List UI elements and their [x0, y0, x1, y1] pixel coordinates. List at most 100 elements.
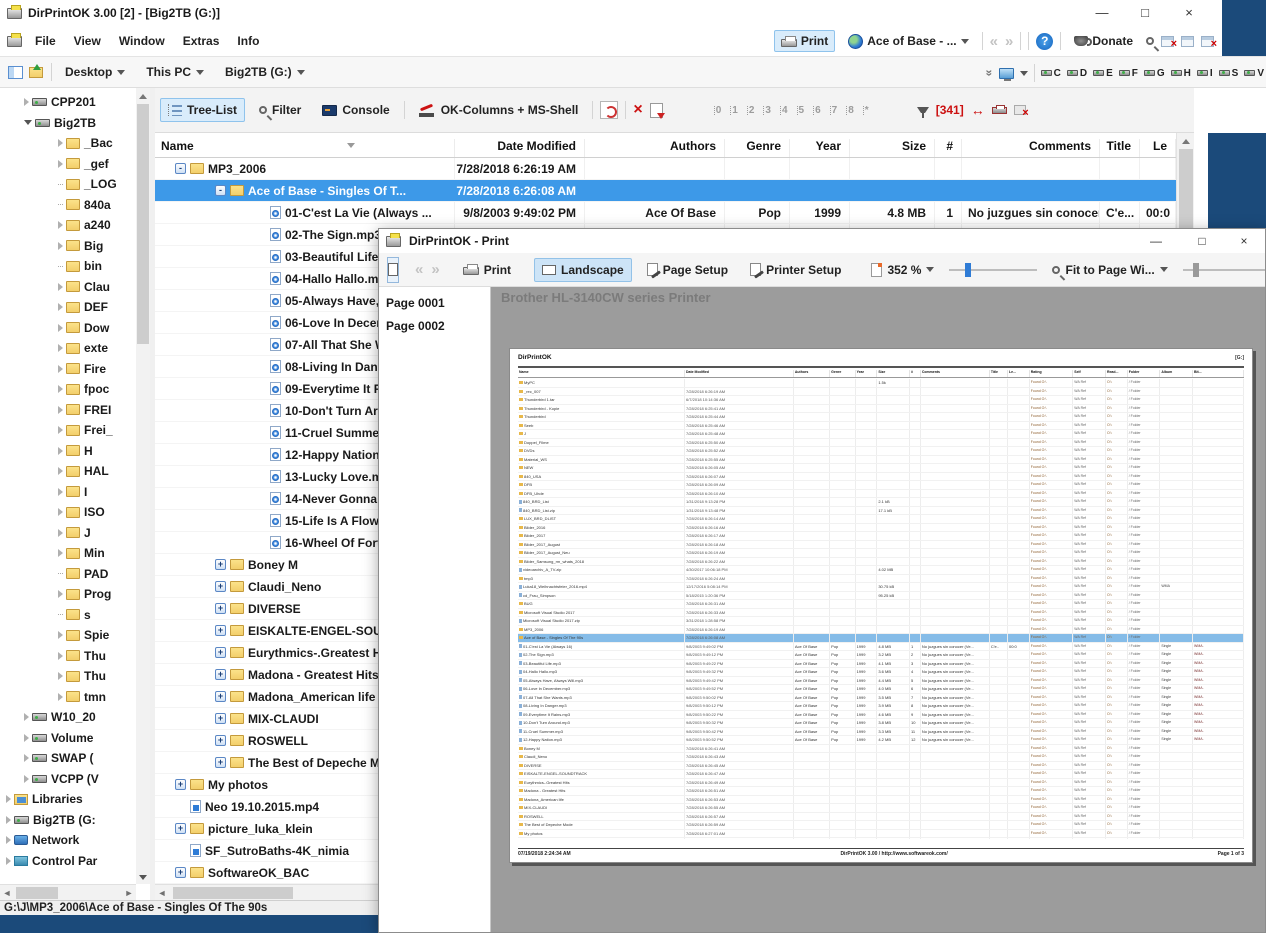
tree-item[interactable]: H [0, 441, 136, 462]
level-button[interactable]: 1 [730, 105, 738, 116]
tree-item[interactable]: SWAP ( [0, 748, 136, 769]
tree-item[interactable]: tmn [0, 687, 136, 708]
expand-arrow-icon[interactable] [24, 754, 29, 762]
expander-icon[interactable] [175, 823, 186, 834]
tree-item[interactable]: Control Par [0, 851, 136, 872]
tree-item[interactable]: Frei_ [0, 420, 136, 441]
tree-item[interactable]: Thu [0, 666, 136, 687]
tree-item[interactable]: Prog [0, 584, 136, 605]
print-button[interactable]: Print [774, 30, 835, 52]
portrait-button[interactable] [387, 257, 399, 283]
level-button[interactable]: 6 [813, 105, 821, 116]
close-button[interactable]: × [1229, 231, 1259, 251]
drive-button[interactable]: F [1119, 68, 1138, 79]
tree-item[interactable]: exte [0, 338, 136, 359]
preview-page[interactable]: DirPrintOK [G:] Name Date Modified Autho… [509, 348, 1253, 863]
menu-item[interactable]: View [65, 30, 110, 52]
level-button[interactable]: 0 [714, 105, 722, 116]
column-header[interactable]: Date Modified [455, 139, 585, 157]
expander-icon[interactable] [215, 185, 226, 196]
drive-button[interactable]: V [1244, 68, 1264, 79]
tree-item[interactable]: ISO [0, 502, 136, 523]
address-crumb[interactable]: Big2TB (G:) [212, 62, 313, 82]
tree-item[interactable]: Big2TB (G: [0, 810, 136, 831]
expand-arrow-icon[interactable] [6, 836, 11, 844]
zoom-slider[interactable] [949, 261, 1037, 279]
expand-arrow-icon[interactable] [58, 672, 63, 680]
table-row[interactable]: 01-C'est La Vie (Always ... 9/8/2003 9:4… [155, 202, 1176, 224]
expand-arrow-icon[interactable] [58, 344, 63, 352]
expander-icon[interactable] [215, 647, 226, 658]
table-row[interactable]: Ace of Base - Singles Of T... 7/28/2018 … [155, 180, 1176, 202]
column-header[interactable]: # [935, 139, 962, 157]
landscape-button[interactable]: Landscape [534, 258, 632, 282]
tree-item[interactable]: 840a [0, 195, 136, 216]
menu-item[interactable]: File [26, 30, 65, 52]
folder-up-icon[interactable] [29, 67, 43, 78]
expand-arrow-icon[interactable] [58, 447, 63, 455]
expand-arrow-icon[interactable] [58, 324, 63, 332]
clear-list-icon[interactable]: × [633, 103, 642, 117]
tree-list-button[interactable]: Tree-List [160, 98, 245, 122]
expand-arrow-icon[interactable] [58, 303, 63, 311]
tree-item[interactable]: PAD [0, 564, 136, 585]
swap-columns-icon[interactable]: ↔ [971, 102, 985, 118]
menu-item[interactable]: Window [110, 30, 174, 52]
close-button[interactable]: × [1172, 2, 1206, 24]
windows-icon[interactable] [1181, 36, 1194, 47]
expander-icon[interactable] [175, 779, 186, 790]
tree-item[interactable]: Libraries [0, 789, 136, 810]
print-title-bar[interactable]: DirPrintOK - Print — □ × [379, 229, 1265, 253]
expander-icon[interactable] [175, 163, 186, 174]
tree-item[interactable]: _Bac [0, 133, 136, 154]
expand-arrow-icon[interactable] [58, 266, 63, 267]
expand-arrow-icon[interactable] [24, 734, 29, 742]
printer-setup-button[interactable]: Printer Setup [743, 259, 848, 281]
tree-item[interactable]: bin [0, 256, 136, 277]
expander-icon[interactable] [215, 581, 226, 592]
tree-item[interactable]: _LOG [0, 174, 136, 195]
tree-item[interactable]: VCPP (V [0, 769, 136, 790]
expand-arrow-icon[interactable] [58, 204, 63, 205]
column-header[interactable]: Year [790, 139, 850, 157]
column-header[interactable]: Name [155, 139, 455, 157]
export-document-icon[interactable] [650, 103, 663, 118]
level-button[interactable]: 3 [763, 105, 771, 116]
drive-button[interactable]: G [1144, 68, 1165, 79]
tree-item[interactable]: a240 [0, 215, 136, 236]
expand-arrow-icon[interactable] [58, 631, 63, 639]
address-crumb[interactable]: This PC [133, 62, 212, 82]
remove-entry-icon[interactable] [1014, 105, 1026, 115]
tree-item[interactable]: Clau [0, 277, 136, 298]
tree-item[interactable]: Dow [0, 318, 136, 339]
expand-arrow-icon[interactable] [58, 652, 63, 660]
drive-button[interactable]: E [1093, 68, 1113, 79]
tree-item[interactable]: DEF [0, 297, 136, 318]
expand-arrow-icon[interactable] [58, 590, 63, 598]
tree-item[interactable]: FREI [0, 400, 136, 421]
expand-arrow-icon[interactable] [58, 693, 63, 701]
tree-item[interactable]: J [0, 523, 136, 544]
page-setup-button[interactable]: Page Setup [640, 259, 735, 281]
expand-arrow-icon[interactable] [58, 283, 63, 291]
tree-item[interactable]: Thu [0, 646, 136, 667]
column-header[interactable]: Size [850, 139, 935, 157]
maximize-button[interactable]: □ [1128, 2, 1162, 24]
overflow-chevron-icon[interactable]: » [982, 70, 996, 77]
column-header[interactable]: Title [1100, 139, 1140, 157]
console-button[interactable]: Console [315, 99, 396, 121]
level-button[interactable]: 8 [846, 105, 854, 116]
tree-horizontal-scrollbar[interactable]: ◄ ► [0, 884, 136, 900]
expand-arrow-icon[interactable] [24, 120, 32, 125]
drive-button[interactable]: C [1041, 68, 1061, 79]
tree-item[interactable]: s [0, 605, 136, 626]
tree-item[interactable]: HAL [0, 461, 136, 482]
expand-arrow-icon[interactable] [58, 529, 63, 537]
preset-dropdown[interactable]: Ace of Base - ... [842, 31, 974, 52]
expand-arrow-icon[interactable] [6, 816, 11, 824]
expander-icon[interactable] [215, 625, 226, 636]
expand-arrow-icon[interactable] [6, 795, 11, 803]
expand-arrow-icon[interactable] [58, 488, 63, 496]
expander-icon[interactable] [215, 757, 226, 768]
level-button[interactable]: * [863, 105, 869, 116]
